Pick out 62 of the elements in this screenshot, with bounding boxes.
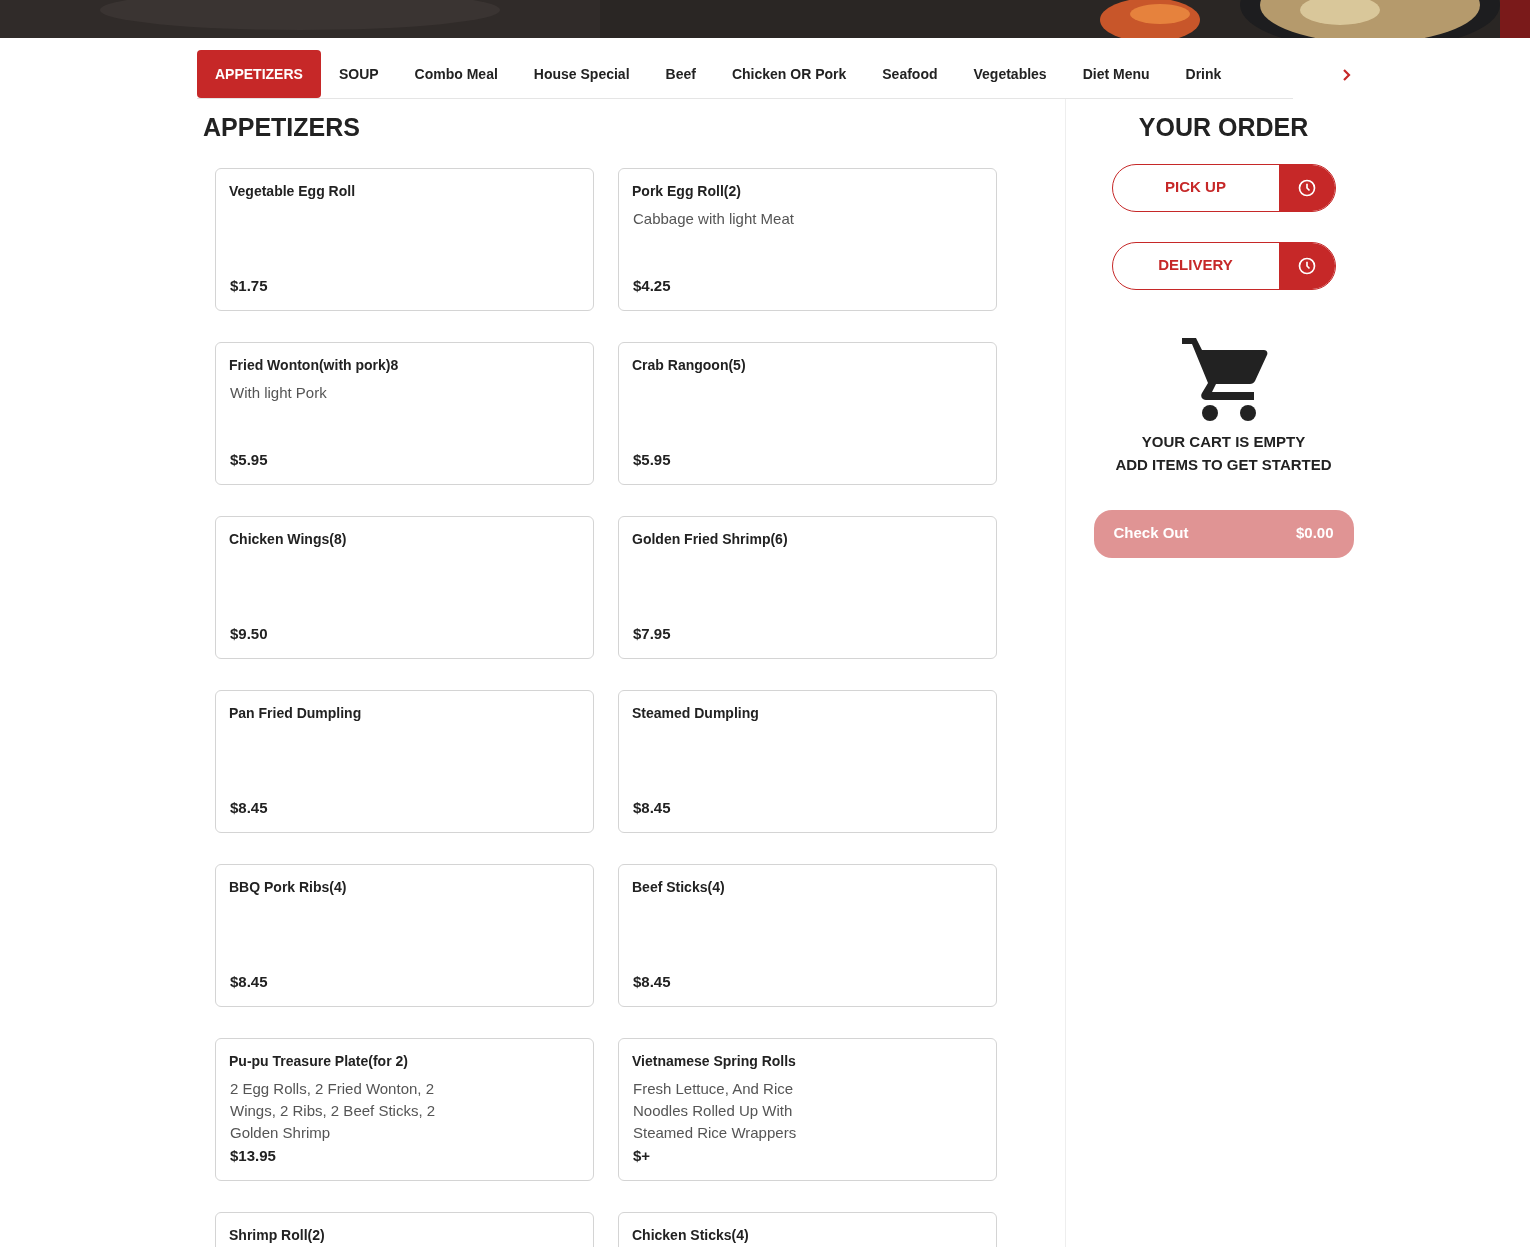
item-name: Chicken Sticks(4)	[632, 1225, 750, 1245]
menu-item-card[interactable]: Chicken Sticks(4)	[618, 1211, 997, 1247]
item-price: $8.45	[230, 798, 269, 818]
item-price: $8.45	[633, 972, 672, 992]
item-price: $5.95	[230, 450, 269, 470]
item-price: $13.95	[230, 1146, 277, 1166]
category-tab[interactable]: Beef	[647, 50, 714, 98]
item-description: With light Pork	[230, 382, 328, 403]
menu-item-card[interactable]: Pu-pu Treasure Plate(for 2) 2 Egg Rolls, 2 Fried Wonton, 2 Wings, 2 Ribs, 2 Beef Sticks, 2 Golden Shrimp $13.95	[215, 1037, 594, 1181]
menu-item-card[interactable]: Golden Fried Shrimp(6) $7.95	[618, 515, 997, 659]
menu-item-card[interactable]: Chicken Wings(8) $9.50	[215, 515, 594, 659]
order-title: YOUR ORDER	[1138, 112, 1309, 143]
item-name: Golden Fried Shrimp(6)	[632, 529, 789, 549]
empty-cart-message: YOUR CART IS EMPTY	[1141, 432, 1306, 450]
item-description: Fresh Lettuce, And Rice Noodles Rolled Up With Steamed Rice Wrappers	[633, 1078, 798, 1143]
menu-item-card[interactable]: Steamed Dumpling $8.45	[618, 689, 997, 833]
section-title: APPETIZERS	[203, 112, 361, 143]
category-tab[interactable]: Chicken OR Pork	[713, 50, 865, 98]
item-name: Chicken Wings(8)	[229, 529, 348, 549]
item-price: $+	[633, 1146, 652, 1166]
empty-cart-message: ADD ITEMS TO GET STARTED	[1115, 455, 1332, 473]
item-price: $8.45	[633, 798, 672, 818]
item-price: $4.25	[633, 276, 672, 296]
item-name: Pu-pu Treasure Plate(for 2)	[229, 1051, 409, 1071]
item-price: $9.50	[230, 624, 269, 644]
menu-item-card[interactable]: Vietnamese Spring Rolls Fresh Lettuce, And Rice Noodles Rolled Up With Steamed Rice Wrappers $+	[618, 1037, 997, 1181]
item-name: Vietnamese Spring Rolls	[632, 1051, 797, 1071]
menu-item-card[interactable]: BBQ Pork Ribs(4) $8.45	[215, 863, 594, 1007]
item-price: $5.95	[633, 450, 672, 470]
category-tab[interactable]: Drink	[1167, 50, 1240, 98]
menu-item-card[interactable]: Fried Wonton(with pork)8 With light Pork $5.95	[215, 341, 594, 485]
item-description: 2 Egg Rolls, 2 Fried Wonton, 2 Wings, 2 Ribs, 2 Beef Sticks, 2 Golden Shrimp	[230, 1078, 437, 1143]
item-description: Cabbage with light Meat	[633, 208, 795, 229]
item-name: Steamed Dumpling	[632, 703, 760, 723]
menu-item-card[interactable]: Pan Fried Dumpling $8.45	[215, 689, 594, 833]
category-tab[interactable]: APPETIZERS	[197, 50, 321, 98]
item-name: Shrimp Roll(2)	[229, 1225, 326, 1245]
item-name: Crab Rangoon(5)	[632, 355, 747, 375]
item-name: Pork Egg Roll(2)	[632, 181, 742, 201]
category-tab[interactable]: House Special	[515, 50, 648, 98]
clock-icon	[1296, 255, 1317, 276]
item-name: BBQ Pork Ribs(4)	[229, 877, 348, 897]
clock-icon	[1296, 177, 1317, 198]
item-name: Beef Sticks(4)	[632, 877, 726, 897]
item-price: $7.95	[633, 624, 672, 644]
menu-item-card[interactable]: Beef Sticks(4) $8.45	[618, 863, 997, 1007]
category-tab[interactable]: Vegetables	[955, 50, 1065, 98]
chevron-right-icon[interactable]	[1341, 67, 1353, 82]
item-price: $1.75	[230, 276, 269, 296]
item-price: $8.45	[230, 972, 269, 992]
category-tab[interactable]: Combo Meal	[396, 50, 516, 98]
menu-item-card[interactable]: Shrimp Roll(2)	[215, 1211, 594, 1247]
menu-item-card[interactable]: Crab Rangoon(5) $5.95	[618, 341, 997, 485]
category-tab[interactable]: SOUP	[320, 50, 397, 98]
item-name: Vegetable Egg Roll	[229, 181, 357, 201]
category-tab[interactable]: Diet Menu	[1064, 50, 1168, 98]
menu-item-card[interactable]: Vegetable Egg Roll $1.75	[215, 167, 594, 311]
menu-item-card[interactable]: Pork Egg Roll(2) Cabbage with light Meat $4.25	[618, 167, 997, 311]
category-tab[interactable]: Seafood	[864, 50, 956, 98]
item-name: Fried Wonton(with pork)8	[229, 355, 400, 375]
cart-icon	[1181, 337, 1268, 422]
item-name: Pan Fried Dumpling	[229, 703, 363, 723]
